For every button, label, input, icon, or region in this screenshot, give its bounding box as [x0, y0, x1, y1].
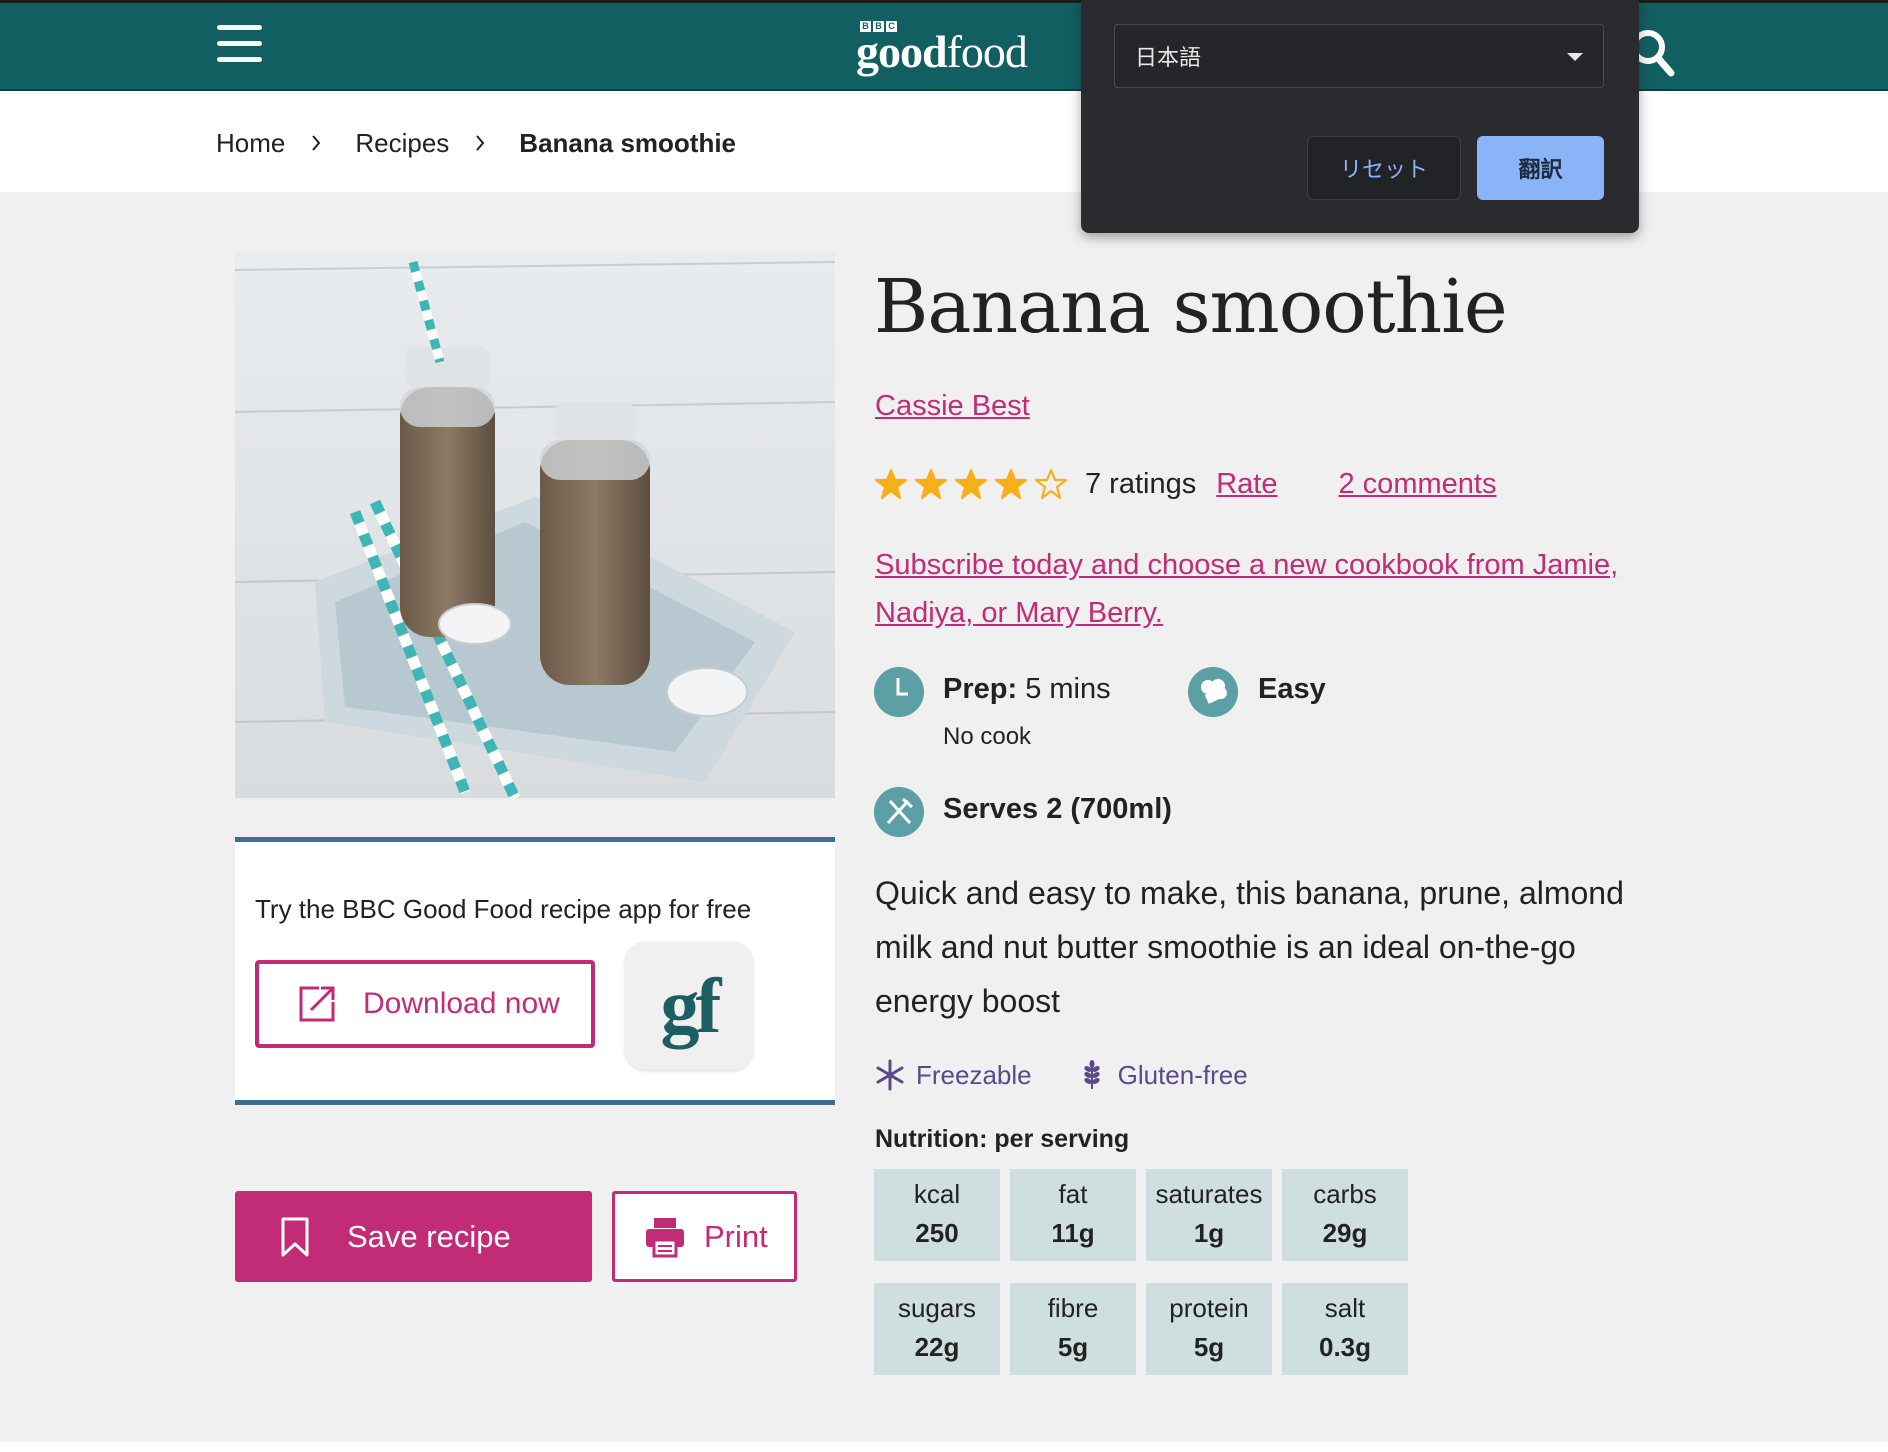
- star-empty-icon[interactable]: [1035, 468, 1067, 500]
- save-recipe-label: Save recipe: [347, 1218, 511, 1254]
- download-now-button[interactable]: Download now: [255, 960, 595, 1048]
- star-filled-icon[interactable]: [995, 468, 1027, 500]
- external-link-icon: [299, 986, 335, 1022]
- nutrition-cell: saturates 1g: [1146, 1169, 1272, 1261]
- rate-link[interactable]: Rate: [1216, 468, 1277, 501]
- nutrition-cell: salt 0.3g: [1282, 1283, 1408, 1375]
- breadcrumb: Home Recipes Banana smoothie: [216, 124, 736, 162]
- star-filled-icon[interactable]: [915, 468, 947, 500]
- nutrition-cell: carbs 29g: [1282, 1169, 1408, 1261]
- print-button[interactable]: Print: [612, 1191, 797, 1282]
- printer-icon: [646, 1217, 684, 1257]
- cook-time: No cook: [943, 723, 1032, 750]
- diet-tag-freezable: Freezable: [916, 1059, 1032, 1090]
- app-promo-box: Try the BBC Good Food recipe app for fre…: [235, 837, 835, 1105]
- print-label: Print: [704, 1218, 768, 1254]
- chevron-right-icon: [312, 135, 321, 151]
- language-select-value: 日本語: [1135, 46, 1202, 71]
- author-link[interactable]: Cassie Best: [875, 390, 1030, 423]
- dropdown-caret-icon: [1567, 53, 1583, 61]
- recipe-hero-image: [235, 252, 835, 798]
- nutrition-title: Nutrition: per serving: [875, 1125, 1130, 1153]
- rating-row: 7 ratings Rate 2 comments: [875, 464, 1496, 504]
- nutrition-cell: protein 5g: [1146, 1283, 1272, 1375]
- language-select[interactable]: 日本語: [1114, 24, 1604, 88]
- save-recipe-button[interactable]: Save recipe: [235, 1191, 592, 1282]
- translate-popup: 日本語 リセット 翻訳: [1081, 0, 1639, 233]
- chevron-right-icon: [476, 135, 485, 151]
- skill-level: Easy: [1258, 673, 1326, 705]
- recipe-description: Quick and easy to make, this banana, pru…: [875, 875, 1624, 1019]
- hamburger-menu-icon[interactable]: [217, 25, 262, 71]
- prep-time: Prep: 5 mins: [943, 673, 1111, 705]
- nutrition-cell: kcal 250: [874, 1169, 1000, 1261]
- diet-tag-gluten-free: Gluten-free: [1117, 1059, 1248, 1090]
- nutrition-cell: sugars 22g: [874, 1283, 1000, 1375]
- wheat-icon: [1083, 1060, 1100, 1089]
- star-rating[interactable]: [875, 468, 1067, 500]
- comments-link[interactable]: 2 comments: [1339, 468, 1497, 501]
- breadcrumb-recipes-link[interactable]: Recipes: [355, 128, 449, 159]
- nutrition-grid: kcal 250 fat 11g saturates 1g carbs 29g suga…: [874, 1169, 1410, 1375]
- bookmark-icon: [281, 1217, 309, 1256]
- nutrition-cell: fat 11g: [1010, 1169, 1136, 1261]
- subscribe-promo-link[interactable]: Subscribe today and choose a new cookboo…: [875, 541, 1635, 637]
- breadcrumb-current: Banana smoothie: [519, 127, 737, 158]
- reset-button[interactable]: リセット: [1307, 136, 1461, 200]
- download-now-label: Download now: [363, 987, 560, 1020]
- star-filled-icon[interactable]: [955, 468, 987, 500]
- ratings-count: 7 ratings: [1085, 467, 1197, 500]
- diet-tags: Freezable Gluten-free: [874, 1056, 1248, 1094]
- nutrition-cell: fibre 5g: [1010, 1283, 1136, 1375]
- translate-button[interactable]: 翻訳: [1477, 136, 1604, 200]
- star-filled-icon[interactable]: [875, 468, 907, 500]
- bbc-good-food-logo[interactable]: B B C goodfood: [856, 21, 1028, 77]
- snowflake-icon: [876, 1059, 904, 1091]
- serves: Serves 2 (700ml): [943, 793, 1172, 825]
- chef-hat-icon: [1188, 667, 1238, 717]
- good-food-app-icon[interactable]: gf: [625, 942, 753, 1070]
- recipe-title: Banana smoothie: [874, 264, 1508, 350]
- clock-icon: [874, 667, 924, 717]
- recipe-main-section: Try the BBC Good Food recipe app for fre…: [0, 192, 1888, 1442]
- cutlery-icon: [874, 787, 924, 837]
- logo-wordmark: goodfood: [856, 26, 1028, 77]
- breadcrumb-home-link[interactable]: Home: [216, 128, 285, 159]
- app-promo-text: Try the BBC Good Food recipe app for fre…: [255, 894, 752, 924]
